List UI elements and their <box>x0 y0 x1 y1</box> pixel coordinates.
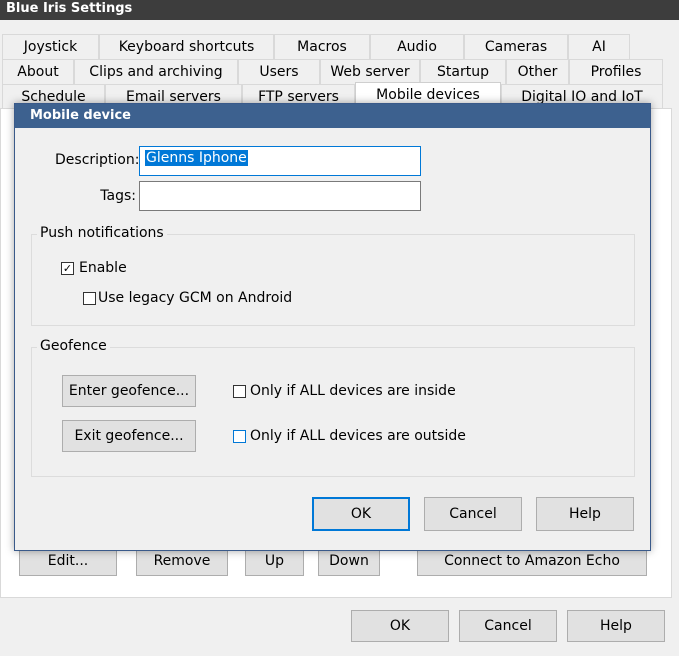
tab-joystick[interactable]: Joystick <box>2 34 99 60</box>
dialog-ok-button[interactable]: OK <box>312 497 410 531</box>
all-outside-checkbox[interactable] <box>233 430 246 443</box>
tab-audio[interactable]: Audio <box>370 34 464 60</box>
all-outside-label: Only if ALL devices are outside <box>250 428 466 444</box>
tab-cameras[interactable]: Cameras <box>464 34 568 60</box>
exit-geofence-button[interactable]: Exit geofence... <box>62 420 196 452</box>
description-label: Description: <box>55 152 140 168</box>
tab-about[interactable]: About <box>2 59 74 85</box>
all-inside-checkbox[interactable] <box>233 385 246 398</box>
settings-ok-button[interactable]: OK <box>351 610 449 642</box>
enable-checkbox[interactable]: ✓ <box>61 262 74 275</box>
dialog-title: Mobile device <box>15 104 650 128</box>
push-notifications-title: Push notifications <box>37 225 167 241</box>
tab-profiles[interactable]: Profiles <box>569 59 663 85</box>
geofence-title: Geofence <box>37 338 110 354</box>
legacy-gcm-checkbox[interactable] <box>83 292 96 305</box>
tab-keyboard-shortcuts[interactable]: Keyboard shortcuts <box>99 34 274 60</box>
enable-label: Enable <box>79 260 127 276</box>
tab-macros[interactable]: Macros <box>274 34 370 60</box>
description-value: Glenns Iphone <box>145 150 248 166</box>
tags-field[interactable] <box>139 181 421 211</box>
dialog-help-button[interactable]: Help <box>536 497 634 531</box>
tab-ai[interactable]: AI <box>568 34 630 60</box>
enter-geofence-button[interactable]: Enter geofence... <box>62 375 196 407</box>
geofence-group <box>31 347 635 477</box>
tab-users[interactable]: Users <box>238 59 320 85</box>
push-notifications-group <box>31 234 635 326</box>
tags-label: Tags: <box>100 188 136 204</box>
tab-clips-and-archiving[interactable]: Clips and archiving <box>74 59 238 85</box>
dialog-cancel-button[interactable]: Cancel <box>424 497 522 531</box>
all-inside-label: Only if ALL devices are inside <box>250 383 456 399</box>
window-title: Blue Iris Settings <box>0 0 679 20</box>
description-field[interactable]: Glenns Iphone <box>139 146 421 176</box>
legacy-gcm-label: Use legacy GCM on Android <box>98 290 293 306</box>
mobile-device-dialog: Mobile device Description: Glenns Iphone… <box>14 103 651 551</box>
tab-other[interactable]: Other <box>506 59 569 85</box>
settings-help-button[interactable]: Help <box>567 610 665 642</box>
settings-cancel-button[interactable]: Cancel <box>459 610 557 642</box>
